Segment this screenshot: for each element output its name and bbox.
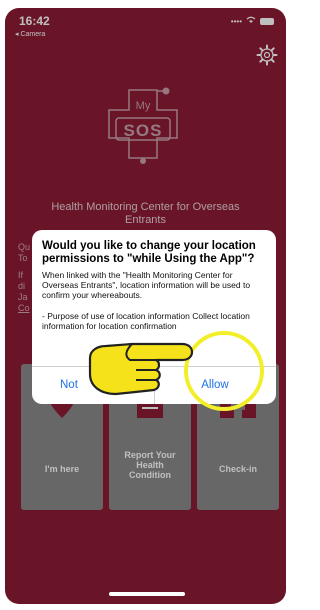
dialog-title: Would you like to change your location p… xyxy=(42,240,256,265)
pointing-hand-icon xyxy=(86,328,196,398)
app-screen: 16:42 ◂ Camera •••• My SOS Health Monito… xyxy=(5,8,286,604)
home-indicator[interactable] xyxy=(109,592,185,596)
dialog-message: When linked with the "Health Monitoring … xyxy=(42,270,251,300)
allow-highlight-circle xyxy=(184,331,264,411)
phone-frame: 16:42 ◂ Camera •••• My SOS Health Monito… xyxy=(0,0,291,610)
